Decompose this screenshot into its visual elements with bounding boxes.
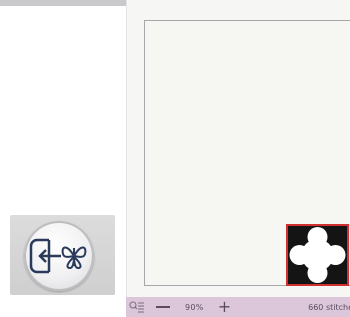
zoom-list-icon[interactable] [129,301,145,313]
minus-icon[interactable] [156,306,170,308]
canvas-area [126,0,350,297]
stitch-count: 660 stitche [308,302,350,312]
app-window: 90% + 660 stitche [0,0,350,317]
import-butterfly-icon [29,238,87,274]
zoom-level: 90% [185,302,204,312]
status-bar: 90% + 660 stitche [126,297,350,317]
plus-icon[interactable]: + [218,299,231,315]
import-tile [10,215,115,295]
import-design-button[interactable] [24,221,94,291]
left-pane [0,6,126,317]
selected-design[interactable] [286,224,349,286]
embroidery-design-icon [288,226,347,284]
